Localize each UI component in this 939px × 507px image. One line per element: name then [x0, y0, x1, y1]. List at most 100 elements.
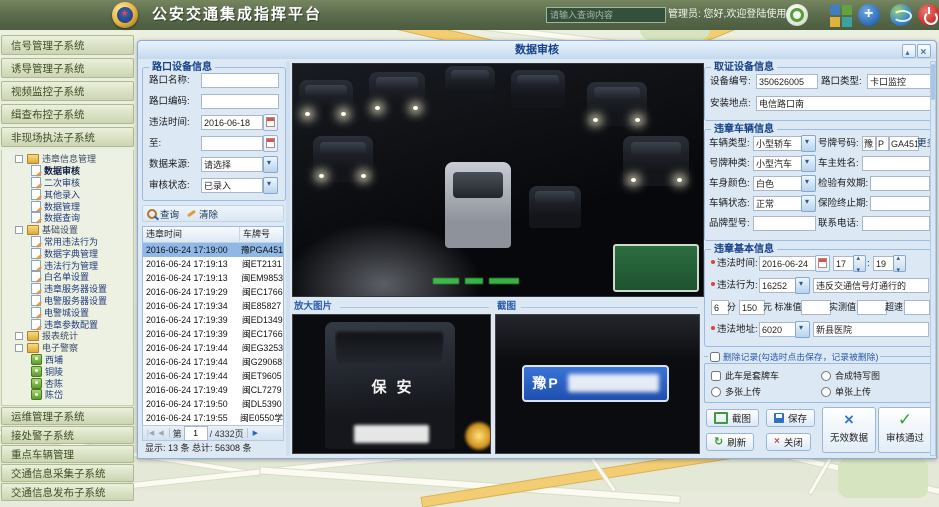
add-icon[interactable] — [858, 4, 880, 26]
brand-input[interactable] — [753, 216, 816, 231]
inspection-input[interactable] — [870, 176, 930, 191]
tree-item[interactable]: 数据字典管理 — [2, 247, 133, 259]
tree-item[interactable]: 陈岱 — [2, 389, 133, 401]
chevron-down-icon[interactable] — [801, 195, 816, 212]
table-row[interactable]: 2016-06-24 17:19:29 闽EC1766 — [143, 285, 283, 299]
overspeed-input[interactable] — [904, 300, 930, 315]
invalid-data-button[interactable]: 无效数据 — [822, 407, 876, 453]
approve-button[interactable]: 审核通过 — [878, 407, 932, 453]
tree-item[interactable]: 基础设置 — [2, 224, 133, 236]
tree-item[interactable]: 西埔 — [2, 354, 133, 366]
tree-item[interactable]: 违法行为管理 — [2, 259, 133, 271]
table-row[interactable]: 2016-06-24 17:19:44 闽G29068 — [143, 355, 283, 369]
measured-value-input[interactable] — [857, 300, 887, 315]
hour-input[interactable] — [833, 256, 855, 271]
chevron-down-icon[interactable] — [801, 135, 816, 152]
col-plate[interactable]: 车牌号 — [240, 227, 283, 242]
plate-province-input[interactable] — [862, 136, 876, 151]
owner-name-input[interactable] — [862, 156, 930, 171]
standard-value-input[interactable] — [801, 300, 831, 315]
power-icon[interactable] — [918, 4, 939, 26]
snapshot-image[interactable]: 豫P — [495, 314, 700, 454]
sidebar-section-header[interactable]: 缉查布控子系统 — [1, 104, 134, 124]
fake-plate-checkbox[interactable] — [711, 371, 721, 381]
tree-item[interactable]: 白名单设置 — [2, 271, 133, 283]
sidebar-section-header[interactable]: 信号管理子系统 — [1, 35, 134, 55]
crossing-name-input[interactable] — [201, 73, 279, 88]
table-row[interactable]: 2016-06-24 17:19:13 闽ET2131 — [143, 257, 283, 271]
window-close-icon[interactable] — [917, 44, 931, 58]
save-button[interactable]: 保存 — [766, 409, 815, 427]
tree-item[interactable]: 违章信息管理 — [2, 153, 133, 165]
prev-page-icon[interactable]: ◀ — [158, 429, 163, 437]
table-row[interactable]: 2016-06-24 17:19:13 闽EM9853 — [143, 271, 283, 285]
calendar-icon[interactable] — [815, 255, 830, 272]
crossing-type-input[interactable] — [867, 74, 931, 89]
table-row[interactable]: 2016-06-24 17:19:49 闽CL7279 — [143, 383, 283, 397]
single-upload-radio[interactable] — [821, 387, 831, 397]
review-status-select[interactable] — [201, 178, 263, 193]
enlarged-image[interactable]: 保安 — [292, 314, 491, 454]
calendar-icon[interactable] — [263, 114, 278, 131]
composite-radio[interactable] — [821, 371, 831, 381]
sidebar-section-header[interactable]: 接处警子系统 — [1, 426, 134, 444]
violation-date-input[interactable] — [759, 256, 817, 271]
table-row[interactable]: 2016-06-24 17:19:00 豫PGA451 — [143, 243, 283, 257]
behavior-code-input[interactable] — [759, 278, 797, 293]
plate-letter-input[interactable] — [876, 136, 889, 151]
vertical-splitter[interactable] — [286, 61, 290, 456]
insurance-input[interactable] — [870, 196, 930, 211]
refresh-button[interactable]: 刷新 — [706, 433, 754, 451]
tree-item[interactable]: 铜陵 — [2, 365, 133, 377]
first-page-icon[interactable]: |◀ — [147, 429, 154, 437]
live-video-frame[interactable] — [292, 63, 704, 297]
next-page-icon[interactable]: ▶ — [253, 429, 258, 437]
chevron-down-icon[interactable] — [795, 277, 810, 294]
address-code-input[interactable] — [759, 322, 797, 337]
chevron-down-icon[interactable] — [263, 177, 278, 194]
chevron-down-icon[interactable] — [801, 175, 816, 192]
col-violation-time[interactable]: 违章时间 — [143, 227, 240, 242]
tree-item[interactable]: 数据审核 — [2, 165, 133, 177]
clear-button[interactable]: 清除 — [187, 207, 218, 221]
sidebar-section-header[interactable]: 非现场执法子系统 — [1, 127, 134, 147]
install-location-input[interactable] — [756, 96, 931, 111]
device-no-input[interactable] — [756, 74, 818, 89]
query-button[interactable]: 查询 — [147, 207, 179, 221]
header-search-input[interactable] — [546, 7, 666, 23]
chevron-down-icon[interactable] — [795, 321, 810, 338]
tree-item[interactable]: 违章参数配置 — [2, 318, 133, 330]
tree-item[interactable]: 数据管理 — [2, 200, 133, 212]
tree-item[interactable]: 常用违法行为 — [2, 236, 133, 248]
table-row[interactable]: 2016-06-24 17:19:39 闽EC1766 — [143, 327, 283, 341]
minute-input[interactable] — [873, 256, 895, 271]
data-source-select[interactable] — [201, 157, 263, 172]
table-row[interactable]: 2016-06-24 17:19:50 闽DL5390 — [143, 397, 283, 411]
sidebar-section-header[interactable]: 诱导管理子系统 — [1, 58, 134, 78]
sidebar-section-header[interactable]: 交通信息采集子系统 — [1, 464, 134, 482]
capture-button[interactable]: 截图 — [706, 409, 759, 427]
chevron-down-icon[interactable] — [263, 156, 278, 173]
vehicle-status-select[interactable] — [753, 196, 803, 211]
tree-item[interactable]: 报表统计 — [2, 330, 133, 342]
tree-item[interactable]: 杏陈 — [2, 377, 133, 389]
tree-item[interactable]: 违章服务器设置 — [2, 283, 133, 295]
multi-upload-radio[interactable] — [711, 387, 721, 397]
time-from-input[interactable] — [201, 115, 263, 130]
plate-tail-input[interactable] — [889, 136, 919, 151]
address-desc-input[interactable] — [813, 322, 929, 337]
composite-option[interactable]: 合成特写图 — [821, 369, 880, 382]
table-row[interactable]: 2016-06-24 17:19:39 闽ED1349 — [143, 313, 283, 327]
sidebar-section-header[interactable]: 视频监控子系统 — [1, 81, 134, 101]
page-number-input[interactable] — [184, 426, 208, 441]
tree-item[interactable]: 数据查询 — [2, 212, 133, 224]
sidebar-section-header[interactable]: 交通信息发布子系统 — [1, 483, 134, 501]
minute-spinner[interactable] — [893, 255, 906, 272]
plate-kind-select[interactable] — [753, 156, 803, 171]
tree-item[interactable]: 二次审核 — [2, 177, 133, 189]
chevron-down-icon[interactable] — [801, 155, 816, 172]
multi-upload-option[interactable]: 多张上传 — [711, 385, 761, 398]
table-row[interactable]: 2016-06-24 17:19:44 闽ET9605 — [143, 369, 283, 383]
table-row[interactable]: 2016-06-24 17:19:55 闽E0550学 — [143, 411, 283, 425]
apps-grid-icon[interactable] — [830, 5, 852, 27]
